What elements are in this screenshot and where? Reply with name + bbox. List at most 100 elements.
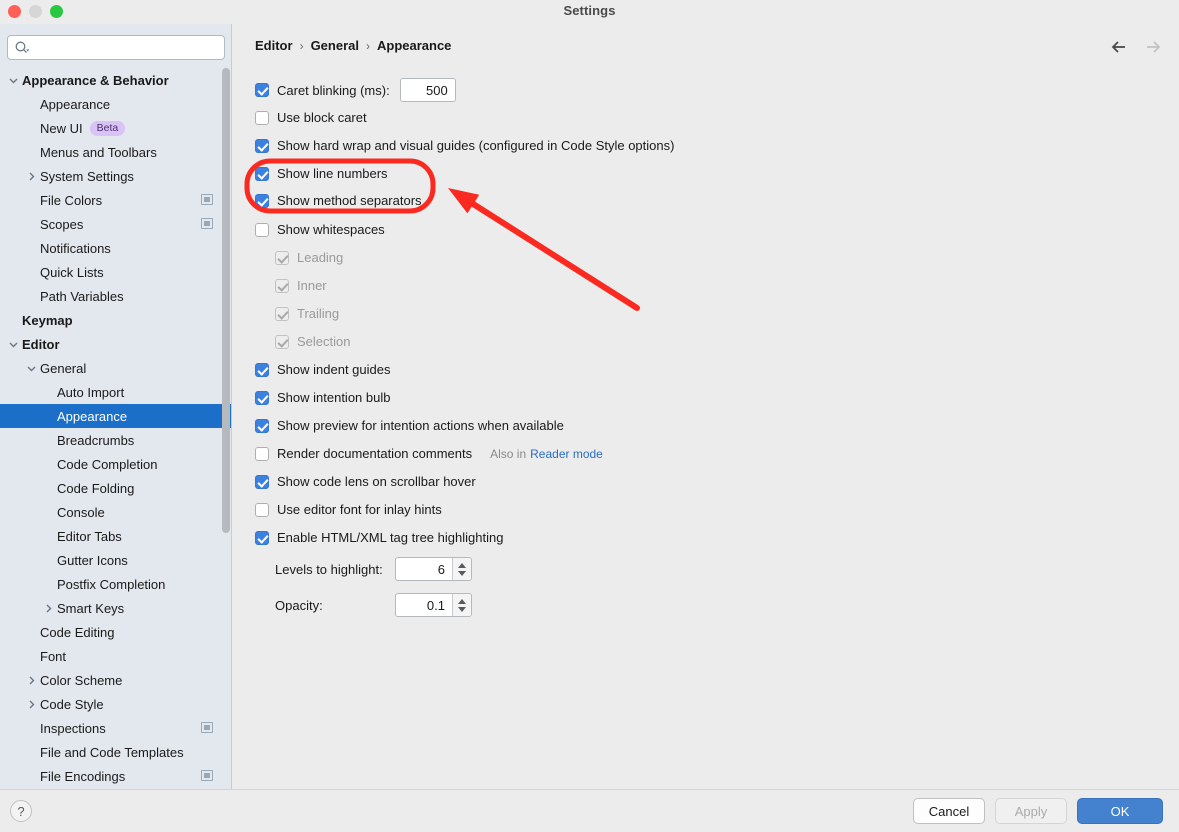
ok-button[interactable]: OK xyxy=(1077,798,1163,824)
stepper-up-icon[interactable] xyxy=(458,599,466,604)
option-row-show-hard-wrap-and-visual-guides-configured-in-code-style-options[interactable]: Show hard wrap and visual guides (config… xyxy=(255,138,674,153)
sidebar-item-scopes[interactable]: Scopes xyxy=(0,212,231,236)
chevron-right-icon[interactable] xyxy=(24,673,38,687)
stepper-down-icon[interactable] xyxy=(458,607,466,612)
sidebar-item-quick-lists[interactable]: Quick Lists xyxy=(0,260,231,284)
checkbox-show-whitespaces[interactable] xyxy=(255,223,269,237)
option-row-leading[interactable]: Leading xyxy=(275,250,343,265)
sidebar-item-code-editing[interactable]: Code Editing xyxy=(0,620,231,644)
spinner-stepper-buttons[interactable] xyxy=(452,558,471,580)
spinner-stepper-buttons[interactable] xyxy=(452,594,471,616)
checkbox-show-indent-guides[interactable] xyxy=(255,363,269,377)
sidebar-item-editor-tabs[interactable]: Editor Tabs xyxy=(0,524,231,548)
checkbox-show-code-lens-on-scrollbar-hover[interactable] xyxy=(255,475,269,489)
checkbox-use-editor-font-for-inlay-hints[interactable] xyxy=(255,503,269,517)
sidebar-item-label: Appearance & Behavior xyxy=(22,73,169,88)
checkbox-use-block-caret[interactable] xyxy=(255,111,269,125)
sidebar-item-inspections[interactable]: Inspections xyxy=(0,716,231,740)
sidebar-item-path-variables[interactable]: Path Variables xyxy=(0,284,231,308)
option-row-show-whitespaces[interactable]: Show whitespaces xyxy=(255,222,385,237)
apply-button[interactable]: Apply xyxy=(995,798,1067,824)
spinner-value-input[interactable] xyxy=(396,594,452,616)
option-row-enable-html-xml-tag-tree-highlighting[interactable]: Enable HTML/XML tag tree highlighting xyxy=(255,530,503,545)
cancel-button[interactable]: Cancel xyxy=(913,798,985,824)
option-row-show-code-lens-on-scrollbar-hover[interactable]: Show code lens on scrollbar hover xyxy=(255,474,476,489)
sidebar-item-auto-import[interactable]: Auto Import xyxy=(0,380,231,404)
sidebar-item-label: Appearance xyxy=(57,409,127,424)
checkbox-show-method-separators[interactable] xyxy=(255,194,269,208)
sidebar-item-file-colors[interactable]: File Colors xyxy=(0,188,231,212)
option-label: Show code lens on scrollbar hover xyxy=(277,474,476,489)
sidebar-item-color-scheme[interactable]: Color Scheme xyxy=(0,668,231,692)
stepper-down-icon[interactable] xyxy=(458,571,466,576)
sidebar-scrollbar[interactable] xyxy=(222,68,230,533)
sidebar-item-font[interactable]: Font xyxy=(0,644,231,668)
sidebar-item-general[interactable]: General xyxy=(0,356,231,380)
sidebar-item-editor[interactable]: Editor xyxy=(0,332,231,356)
checkbox-show-hard-wrap-and-visual-guides-configured-in-code-style-options[interactable] xyxy=(255,139,269,153)
back-arrow-icon[interactable] xyxy=(1109,37,1129,57)
sidebar-item-label: Color Scheme xyxy=(40,673,122,688)
option-row-show-line-numbers[interactable]: Show line numbers xyxy=(255,166,388,181)
sidebar-item-smart-keys[interactable]: Smart Keys xyxy=(0,596,231,620)
sidebar-item-code-folding[interactable]: Code Folding xyxy=(0,476,231,500)
sidebar-item-file-encodings[interactable]: File Encodings xyxy=(0,764,231,788)
chevron-right-icon[interactable] xyxy=(24,169,38,183)
reader-mode-link[interactable]: Reader mode xyxy=(530,447,603,461)
option-row-show-method-separators[interactable]: Show method separators xyxy=(255,193,422,208)
sidebar-item-label: Menus and Toolbars xyxy=(40,145,157,160)
breadcrumb-part[interactable]: General xyxy=(311,38,359,53)
spinner-value-input[interactable] xyxy=(396,558,452,580)
option-label: Inner xyxy=(297,278,327,293)
sidebar-item-appearance[interactable]: Appearance xyxy=(0,92,231,116)
breadcrumb-part[interactable]: Editor xyxy=(255,38,293,53)
option-row-inner[interactable]: Inner xyxy=(275,278,327,293)
breadcrumb-part[interactable]: Appearance xyxy=(377,38,451,53)
sidebar-item-breadcrumbs[interactable]: Breadcrumbs xyxy=(0,428,231,452)
search-input[interactable] xyxy=(34,36,220,59)
forward-arrow-icon[interactable] xyxy=(1143,37,1163,57)
sidebar-item-label: Keymap xyxy=(22,313,73,328)
sidebar-item-notifications[interactable]: Notifications xyxy=(0,236,231,260)
sidebar-item-new-ui[interactable]: New UIBeta xyxy=(0,116,231,140)
sidebar-item-appearance-behavior[interactable]: Appearance & Behavior xyxy=(0,68,231,92)
option-row-show-intention-bulb[interactable]: Show intention bulb xyxy=(255,390,390,405)
chevron-down-icon[interactable] xyxy=(24,361,38,375)
checkbox-caret-blinking-ms[interactable] xyxy=(255,83,269,97)
option-row-selection[interactable]: Selection xyxy=(275,334,350,349)
sidebar-item-code-completion[interactable]: Code Completion xyxy=(0,452,231,476)
chevron-down-icon[interactable] xyxy=(6,73,20,87)
spinner-opacity[interactable] xyxy=(395,593,472,617)
sidebar-item-menus-and-toolbars[interactable]: Menus and Toolbars xyxy=(0,140,231,164)
checkbox-enable-html-xml-tag-tree-highlighting[interactable] xyxy=(255,531,269,545)
sidebar-item-file-and-code-templates[interactable]: File and Code Templates xyxy=(0,740,231,764)
option-row-use-editor-font-for-inlay-hints[interactable]: Use editor font for inlay hints xyxy=(255,502,442,517)
chevron-right-icon[interactable] xyxy=(41,601,55,615)
settings-tree: Appearance & BehaviorAppearanceNew UIBet… xyxy=(0,68,231,789)
checkbox-show-line-numbers[interactable] xyxy=(255,167,269,181)
checkbox-show-intention-bulb[interactable] xyxy=(255,391,269,405)
option-row-use-block-caret[interactable]: Use block caret xyxy=(255,110,367,125)
checkbox-render-documentation-comments[interactable] xyxy=(255,447,269,461)
chevron-down-icon[interactable] xyxy=(6,337,20,351)
option-row-show-preview-for-intention-actions-when-available[interactable]: Show preview for intention actions when … xyxy=(255,418,564,433)
sidebar-item-label: New UI xyxy=(40,121,83,136)
option-row-trailing[interactable]: Trailing xyxy=(275,306,339,321)
sidebar-item-code-style[interactable]: Code Style xyxy=(0,692,231,716)
chevron-right-icon[interactable] xyxy=(24,697,38,711)
option-row-show-indent-guides[interactable]: Show indent guides xyxy=(255,362,390,377)
sidebar-item-keymap[interactable]: Keymap xyxy=(0,308,231,332)
search-box[interactable] xyxy=(7,35,225,60)
option-row-caret-blinking-ms[interactable]: Caret blinking (ms): xyxy=(255,78,456,102)
sidebar-item-appearance[interactable]: Appearance xyxy=(0,404,231,428)
spinner-levels-to-highlight[interactable] xyxy=(395,557,472,581)
sidebar-item-console[interactable]: Console xyxy=(0,500,231,524)
option-row-render-documentation-comments[interactable]: Render documentation commentsAlso inRead… xyxy=(255,446,603,461)
caret-blinking-input[interactable] xyxy=(400,78,456,102)
sidebar-item-gutter-icons[interactable]: Gutter Icons xyxy=(0,548,231,572)
checkbox-show-preview-for-intention-actions-when-available[interactable] xyxy=(255,419,269,433)
stepper-up-icon[interactable] xyxy=(458,563,466,568)
sidebar-item-system-settings[interactable]: System Settings xyxy=(0,164,231,188)
sidebar-item-postfix-completion[interactable]: Postfix Completion xyxy=(0,572,231,596)
help-button[interactable]: ? xyxy=(10,800,32,822)
